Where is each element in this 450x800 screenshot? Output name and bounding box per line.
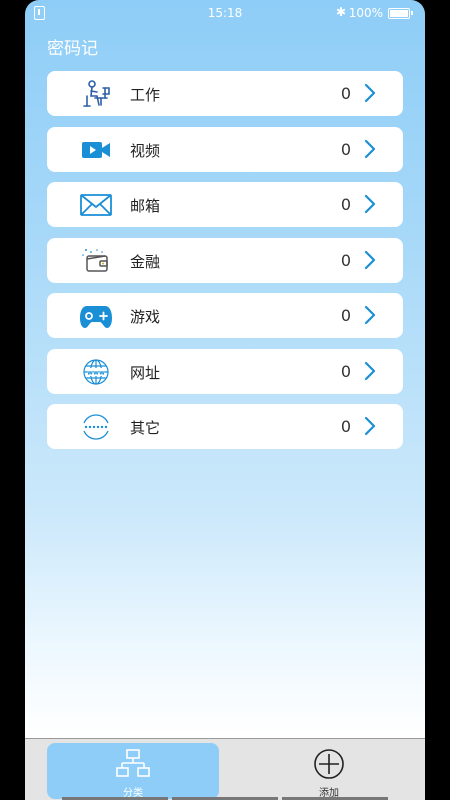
category-item-work[interactable]: 工作 0 xyxy=(47,71,403,116)
sitemap-icon xyxy=(116,749,150,777)
worker-at-desk-icon xyxy=(83,80,110,107)
video-camera-icon xyxy=(82,141,110,158)
add-circle-icon xyxy=(314,749,344,779)
category-item-email[interactable]: 邮箱 0 xyxy=(47,182,403,227)
category-label: 视频 xyxy=(130,141,161,160)
category-count: 0 xyxy=(340,84,351,103)
chevron-right-icon xyxy=(364,416,376,436)
svg-text:www: www xyxy=(87,368,105,376)
chevron-right-icon xyxy=(364,250,376,269)
category-label: 其它 xyxy=(130,419,161,437)
chevron-right-icon xyxy=(364,194,376,214)
status-bar: 15:18 ✱ 100% xyxy=(25,0,425,28)
bottom-tab-bar: 分类 添加 xyxy=(25,738,425,800)
category-label: 邮箱 xyxy=(130,197,161,215)
gamepad-icon xyxy=(80,306,112,328)
dots-circle-icon xyxy=(83,414,109,440)
tab-add[interactable]: 添加 xyxy=(243,743,415,799)
app-screen: 15:18 ✱ 100% 密码记 工作 0 视频 0 邮箱 0 金融 0 游戏 … xyxy=(25,0,425,800)
tab-category[interactable]: 分类 xyxy=(47,743,219,799)
wallet-icon xyxy=(82,248,108,272)
chevron-right-icon xyxy=(364,83,376,103)
category-count: 0 xyxy=(340,306,351,325)
globe-www-icon: www xyxy=(83,358,109,385)
bluetooth-icon: ✱ xyxy=(335,5,346,19)
battery-icon xyxy=(388,8,413,19)
category-item-video[interactable]: 视频 0 xyxy=(47,126,403,172)
category-label: 金融 xyxy=(130,252,161,271)
envelope-icon xyxy=(80,194,112,216)
category-count: 0 xyxy=(340,417,351,436)
chevron-right-icon xyxy=(364,361,376,380)
category-count: 0 xyxy=(340,250,351,270)
category-count: 0 xyxy=(340,139,351,159)
category-item-finance[interactable]: 金融 0 xyxy=(47,237,403,283)
page-title: 密码记 xyxy=(47,39,98,59)
chevron-right-icon xyxy=(364,305,376,325)
category-item-games[interactable]: 游戏 0 xyxy=(47,293,403,338)
category-label: 游戏 xyxy=(130,308,161,326)
category-list: 工作 0 视频 0 邮箱 0 金融 0 游戏 0 www 网址 0 其它 0 xyxy=(47,71,403,460)
category-label: 网址 xyxy=(130,363,161,382)
category-item-other[interactable]: 其它 0 xyxy=(47,404,403,449)
chevron-right-icon xyxy=(364,139,376,158)
category-count: 0 xyxy=(340,195,351,214)
category-item-website[interactable]: www 网址 0 xyxy=(47,348,403,394)
battery-percent: 100% xyxy=(348,6,383,20)
category-count: 0 xyxy=(340,361,351,381)
category-label: 工作 xyxy=(130,86,161,104)
